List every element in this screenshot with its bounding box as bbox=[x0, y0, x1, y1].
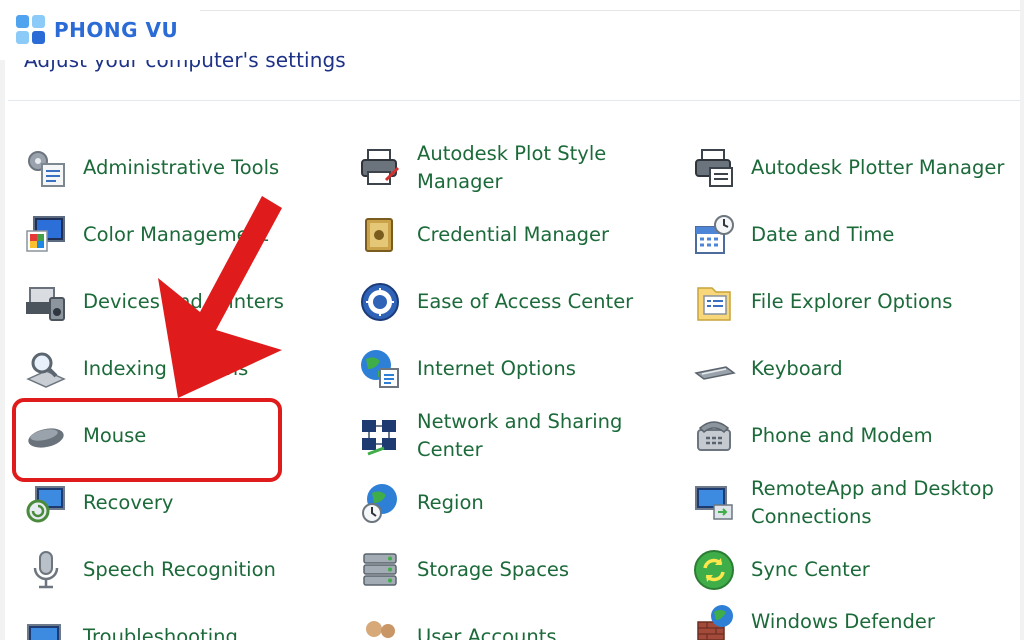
speech-recognition-icon bbox=[24, 548, 68, 592]
devices-printers-icon bbox=[24, 280, 68, 324]
admin-tools-icon bbox=[24, 146, 68, 190]
control-panel-item[interactable]: File Explorer Options bbox=[692, 272, 952, 332]
control-panel-item-label: Devices and Printers bbox=[83, 290, 284, 313]
header-divider bbox=[8, 100, 1020, 101]
windows-defender-icon bbox=[692, 600, 736, 640]
brand-name: PHONG VU bbox=[54, 18, 179, 42]
autodesk-plotter-icon bbox=[692, 146, 736, 190]
control-panel-item[interactable]: Devices and Printers bbox=[24, 272, 284, 332]
control-panel-item-label: Administrative Tools bbox=[83, 156, 280, 179]
control-panel-item[interactable]: Autodesk Plot Style Manager bbox=[358, 138, 657, 198]
control-panel-item[interactable]: Region bbox=[358, 473, 484, 533]
control-panel-item-label: Ease of Access Center bbox=[417, 290, 634, 313]
control-panel-item-label: Autodesk Plotter Manager bbox=[751, 156, 1005, 179]
control-panel-item-label: Region bbox=[417, 491, 484, 514]
control-panel-item[interactable]: Administrative Tools bbox=[24, 138, 279, 198]
credential-manager-icon bbox=[358, 213, 402, 257]
indexing-options-icon bbox=[24, 347, 68, 391]
network-sharing-icon bbox=[358, 414, 402, 458]
control-panel-item[interactable]: Network and Sharing Center bbox=[358, 406, 657, 466]
control-panel-item[interactable]: Windows Defender bbox=[692, 592, 935, 640]
control-panel-item-label: Keyboard bbox=[751, 357, 843, 380]
control-panel-item[interactable]: RemoteApp and Desktop Connections bbox=[692, 473, 1011, 533]
control-panel-item-label: Windows Defender bbox=[751, 610, 935, 633]
control-panel-item[interactable]: Internet Options bbox=[358, 339, 576, 399]
control-panel-item[interactable]: Troubleshooting bbox=[24, 607, 238, 640]
control-panel-item-label: Network and Sharing Center bbox=[417, 410, 623, 461]
control-panel-item-label: RemoteApp and Desktop Connections bbox=[751, 477, 994, 528]
window-frame-right bbox=[1020, 0, 1024, 640]
control-panel-item-label: Speech Recognition bbox=[83, 558, 276, 581]
recovery-icon bbox=[24, 481, 68, 525]
control-panel-item-label: File Explorer Options bbox=[751, 290, 953, 313]
control-panel-item-label: Autodesk Plot Style Manager bbox=[417, 142, 607, 193]
control-panel-item-label: Color Management bbox=[83, 223, 269, 246]
control-panel-item-label: Credential Manager bbox=[417, 223, 610, 246]
control-panel-item-label: Recovery bbox=[83, 491, 174, 514]
control-panel-item[interactable]: Date and Time bbox=[692, 205, 894, 265]
control-panel-item-label: Date and Time bbox=[751, 223, 895, 246]
date-time-icon bbox=[692, 213, 736, 257]
phone-modem-icon bbox=[692, 414, 736, 458]
window-frame-left bbox=[0, 0, 5, 640]
control-panel-item[interactable]: Storage Spaces bbox=[358, 540, 569, 600]
internet-options-icon bbox=[358, 347, 402, 391]
control-panel-item[interactable]: Sync Center bbox=[692, 540, 870, 600]
brand-logo-icon bbox=[14, 13, 48, 47]
control-panel-item[interactable]: Phone and Modem bbox=[692, 406, 933, 466]
control-panel-item[interactable]: Recovery bbox=[24, 473, 173, 533]
user-accounts-icon bbox=[358, 615, 402, 640]
control-panel-item[interactable]: Speech Recognition bbox=[24, 540, 276, 600]
control-panel-item[interactable]: Keyboard bbox=[692, 339, 843, 399]
region-icon bbox=[358, 481, 402, 525]
mouse-highlight-box bbox=[12, 398, 282, 482]
remoteapp-icon bbox=[692, 481, 736, 525]
autodesk-plot-style-icon bbox=[358, 146, 402, 190]
control-panel-item-label: Troubleshooting bbox=[83, 625, 238, 640]
control-panel-item[interactable]: User Accounts bbox=[358, 607, 557, 640]
control-panel-item-label: Indexing Options bbox=[83, 357, 249, 380]
control-panel-item-label: Phone and Modem bbox=[751, 424, 933, 447]
keyboard-icon bbox=[692, 347, 736, 391]
control-panel-item[interactable]: Indexing Options bbox=[24, 339, 248, 399]
control-panel-item[interactable]: Ease of Access Center bbox=[358, 272, 633, 332]
control-panel-item-label: Storage Spaces bbox=[417, 558, 570, 581]
control-panel-item-label: User Accounts bbox=[417, 625, 557, 640]
troubleshooting-icon bbox=[24, 615, 68, 640]
color-management-icon bbox=[24, 213, 68, 257]
ease-of-access-icon bbox=[358, 280, 402, 324]
control-panel-item[interactable]: Autodesk Plotter Manager bbox=[692, 138, 1004, 198]
storage-spaces-icon bbox=[358, 548, 402, 592]
control-panel-item-label: Internet Options bbox=[417, 357, 576, 380]
control-panel-item[interactable]: Credential Manager bbox=[358, 205, 609, 265]
sync-center-icon bbox=[692, 548, 736, 592]
file-explorer-options-icon bbox=[692, 280, 736, 324]
title-bar-edge bbox=[200, 10, 1020, 11]
control-panel-item[interactable]: Color Management bbox=[24, 205, 269, 265]
brand-logo: PHONG VU bbox=[0, 0, 200, 60]
control-panel-item-label: Sync Center bbox=[751, 558, 870, 581]
